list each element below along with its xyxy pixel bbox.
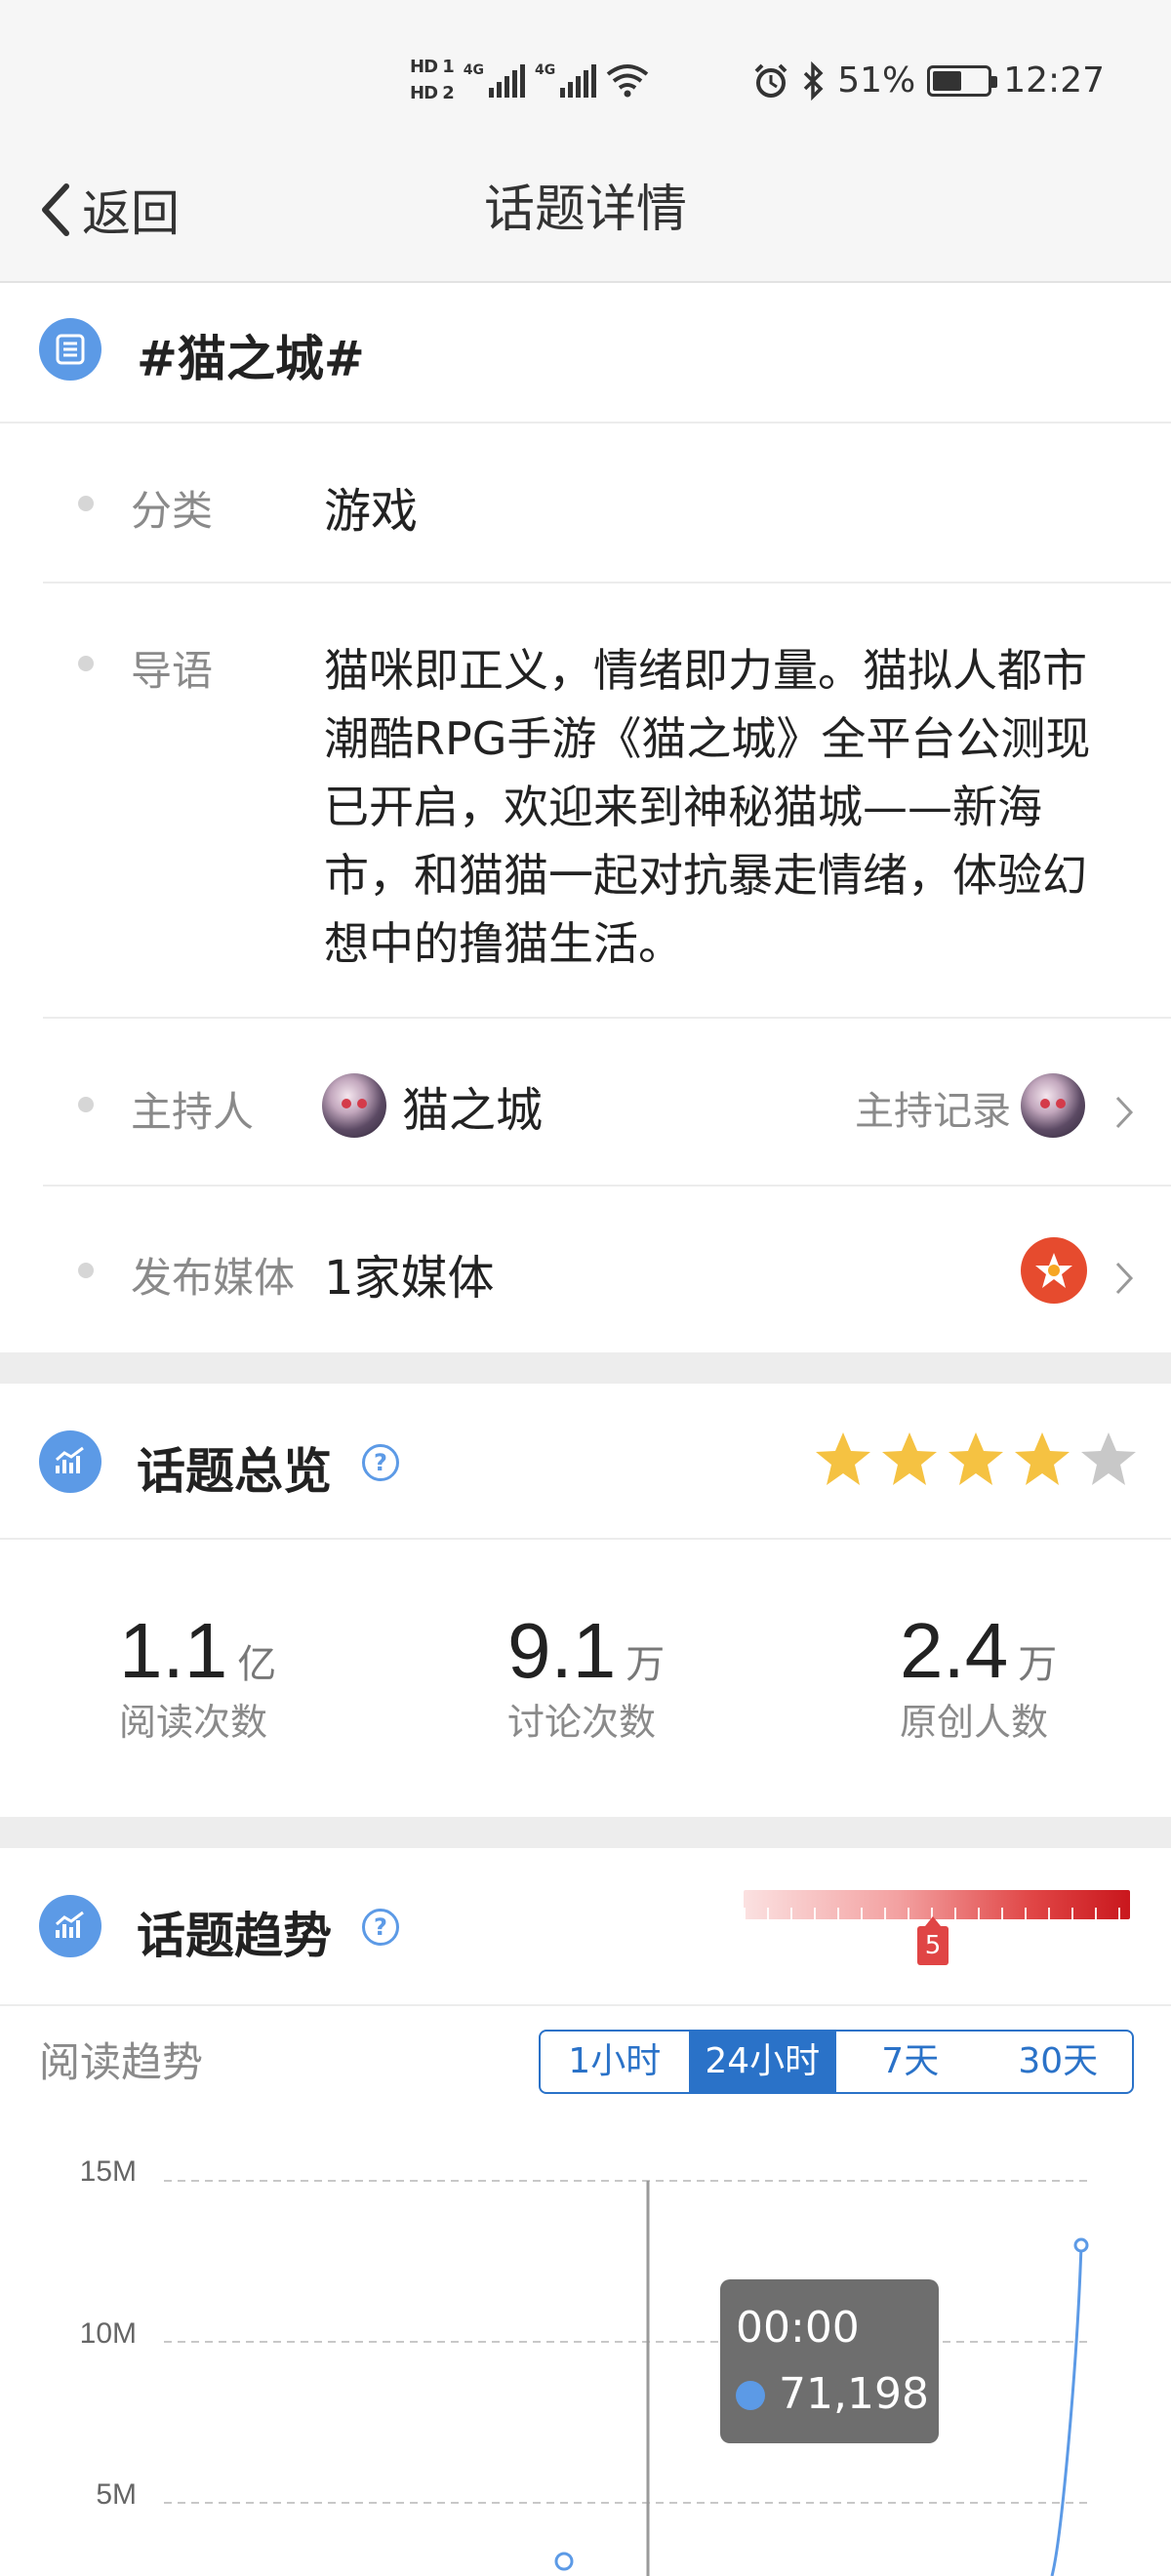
hd1-badge: HD 1: [410, 57, 455, 77]
y-tick-label: 10M: [80, 2317, 137, 2350]
clock: 12:27: [1003, 60, 1105, 101]
host-label: 主持人: [131, 1088, 255, 1136]
stat-read-unit: 亿: [237, 1642, 277, 1687]
data-point: [1073, 2237, 1089, 2253]
intro-label: 导语: [131, 647, 214, 695]
stat-original-unit: 万: [1018, 1642, 1058, 1687]
star-filled-icon: [816, 1432, 870, 1485]
data-point: [554, 2552, 574, 2571]
divider: [0, 2004, 1171, 2006]
time-range-selector: 1小时 24小时 7天 30天: [539, 2030, 1134, 2094]
heat-level-marker: 5: [917, 1916, 949, 1965]
divider: [43, 1017, 1171, 1019]
trend-title: 话题趋势: [137, 1908, 332, 1964]
media-value[interactable]: 1家媒体: [324, 1239, 495, 1308]
stat-discuss-caption: 讨论次数: [507, 1701, 657, 1744]
media-label: 发布媒体: [131, 1254, 296, 1302]
y-tick-label: 5M: [96, 2478, 137, 2511]
bullet-dot: [78, 1263, 94, 1278]
alarm-icon: [754, 63, 787, 98]
network-type-2: 4G: [535, 62, 556, 78]
y-tick-label: 15M: [80, 2155, 137, 2188]
stat-original: 2.4 万 原创人数: [900, 1606, 1057, 1746]
tooltip-value: 71,198: [779, 2369, 929, 2419]
read-trend-label: 阅读趋势: [39, 2038, 204, 2086]
read-trend-chart: 15M 10M 5M: [80, 2155, 1089, 2576]
stat-original-number: 2.4: [900, 1607, 1009, 1694]
topic-title: #猫之城#: [137, 331, 365, 387]
rating-stars: [813, 1429, 1139, 1490]
category-label: 分类: [131, 487, 214, 535]
help-icon[interactable]: ?: [362, 1909, 399, 1946]
bullet-dot: [78, 496, 94, 511]
section-gap: [0, 1352, 1171, 1384]
stat-discuss-unit: 万: [626, 1642, 666, 1687]
signal-1-icon: 4G: [463, 62, 526, 98]
range-24h-tab[interactable]: 24小时: [688, 2032, 836, 2092]
intro-text: 猫咪即正义，情绪即力量。猫拟人都市潮酷RPG手游《猫之城》全平台公测现已开启，欢…: [324, 644, 1091, 970]
divider: [0, 422, 1171, 423]
star-empty-icon: [1081, 1432, 1136, 1485]
host-record-link[interactable]: 主持记录: [855, 1079, 1011, 1136]
tooltip-series-dot: [736, 2381, 765, 2410]
stat-original-caption: 原创人数: [900, 1701, 1049, 1744]
tooltip-time: 00:00: [736, 2303, 860, 2353]
stat-discuss: 9.1 万 讨论次数: [507, 1606, 665, 1746]
bluetooth-icon: [803, 60, 824, 101]
status-left: HD 1 HD 2 4G 4G: [410, 57, 649, 103]
battery-percent: 51%: [837, 60, 916, 101]
hd-indicator: HD 1 HD 2: [410, 57, 455, 103]
chevron-right-icon[interactable]: [1112, 1259, 1136, 1298]
divider: [0, 1538, 1171, 1540]
network-type-1: 4G: [463, 62, 485, 78]
series-line: [1050, 2244, 1083, 2576]
help-icon[interactable]: ?: [362, 1444, 399, 1481]
divider: [43, 1185, 1171, 1187]
host-record-avatar: [1021, 1073, 1085, 1138]
range-1h-tab[interactable]: 1小时: [541, 2032, 689, 2092]
range-7d-tab[interactable]: 7天: [836, 2032, 985, 2092]
chevron-right-icon[interactable]: [1112, 1093, 1136, 1132]
star-filled-icon: [1015, 1432, 1070, 1485]
signal-2-icon: 4G: [535, 62, 597, 98]
bullet-dot: [78, 656, 94, 671]
chart-tooltip: 00:00 71,198: [720, 2279, 939, 2443]
stat-read-number: 1.1: [119, 1607, 228, 1694]
star-filled-icon: [882, 1432, 937, 1485]
stat-discuss-number: 9.1: [507, 1607, 617, 1694]
overview-title: 话题总览: [137, 1443, 332, 1500]
divider: [43, 582, 1171, 584]
stat-read-caption: 阅读次数: [119, 1701, 268, 1744]
bullet-dot: [78, 1097, 94, 1112]
hd2-badge: HD 2: [410, 83, 455, 103]
host-name[interactable]: 猫之城: [402, 1071, 543, 1140]
battery-icon: [927, 64, 998, 97]
range-30d-tab[interactable]: 30天: [985, 2032, 1133, 2092]
stat-read: 1.1 亿 阅读次数: [119, 1606, 276, 1746]
section-gap: [0, 1817, 1171, 1848]
heat-scale-bar: [744, 1890, 1130, 1919]
overview-chart-icon: [39, 1430, 101, 1493]
page-title: 话题详情: [483, 181, 687, 239]
category-value: 游戏: [324, 484, 419, 539]
topic-list-icon: [39, 318, 101, 381]
status-right: 51% 12:27: [751, 60, 1105, 101]
host-avatar[interactable]: [322, 1073, 386, 1138]
star-filled-icon: [949, 1432, 1003, 1485]
media-logo-icon: [1021, 1237, 1087, 1304]
trend-chart-icon: [39, 1895, 101, 1957]
wifi-icon: [607, 64, 649, 98]
